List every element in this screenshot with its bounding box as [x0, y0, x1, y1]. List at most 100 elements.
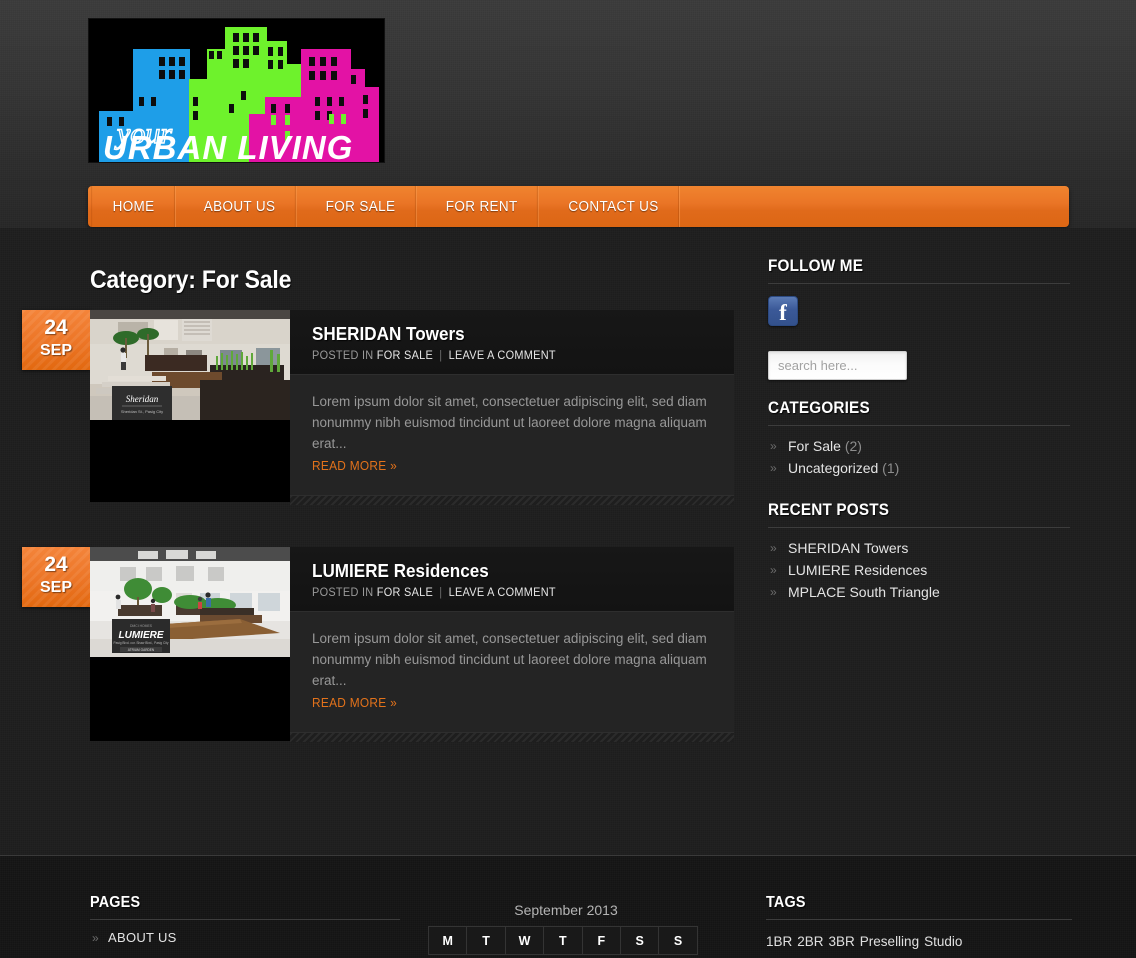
post-date-day: 24: [44, 316, 68, 339]
footer-title-pages: PAGES: [90, 894, 141, 911]
recent-posts-list: » SHERIDAN Towers » LUMIERE Residences »…: [768, 540, 1070, 606]
post-title[interactable]: SHERIDAN Towers: [312, 324, 692, 345]
logo-main-text: URBAN LIVING: [103, 129, 353, 162]
widget-follow-me: FOLLOW ME f: [768, 256, 1070, 380]
nav-item-home[interactable]: HOME: [91, 186, 176, 227]
chevron-right-icon: »: [770, 585, 777, 599]
site-logo[interactable]: your URBAN LIVING: [88, 18, 385, 163]
calendar-weekday-thu: T: [543, 926, 583, 955]
calendar-weekday-sun: S: [658, 926, 698, 955]
chevron-right-icon: »: [770, 563, 777, 577]
facebook-glyph: f: [779, 300, 787, 325]
svg-text:LUMIERE: LUMIERE: [119, 630, 164, 641]
svg-text:Sheridan St., Pasig City: Sheridan St., Pasig City: [121, 409, 163, 414]
nav-item-for-sale[interactable]: FOR SALE: [305, 186, 417, 227]
chevron-right-icon: »: [770, 461, 777, 475]
post-date-month: SEP: [39, 579, 72, 596]
chevron-right-icon: »: [92, 931, 99, 945]
post-date-month: SEP: [39, 342, 72, 359]
chevron-right-icon: »: [770, 541, 777, 555]
post-meta: POSTED IN FOR SALE | LEAVE A COMMENT: [312, 587, 692, 599]
facebook-icon[interactable]: f: [768, 296, 798, 326]
widget-recent-posts: RECENT POSTS » SHERIDAN Towers » LUMIERE…: [768, 500, 1070, 606]
widget-rule: [768, 527, 1070, 528]
category-link-uncategorized[interactable]: Uncategorized: [788, 460, 878, 476]
widget-title-recent-posts: RECENT POSTS: [768, 500, 890, 519]
post-posted-in-label: POSTED IN: [312, 350, 374, 362]
list-item[interactable]: » LUMIERE Residences: [768, 562, 1070, 584]
post-excerpt: Lorem ipsum dolor sit amet, consectetuer…: [312, 631, 707, 688]
post-read-more-link[interactable]: READ MORE »: [312, 696, 397, 710]
footer-widget-tags: TAGS 1BR 2BR 3BR Preselling Studio: [766, 894, 1072, 952]
recent-post-link-mplace[interactable]: MPLACE South Triangle: [788, 584, 940, 600]
svg-text:ATRIUM GARDEN: ATRIUM GARDEN: [128, 648, 155, 652]
post-title[interactable]: LUMIERE Residences: [312, 561, 692, 582]
svg-text:DMCI HOMES: DMCI HOMES: [130, 624, 153, 628]
nav-item-for-rent[interactable]: FOR RENT: [425, 186, 540, 227]
post-entry-footer-stripe: [290, 495, 734, 505]
calendar-weekday-fri: F: [581, 926, 621, 955]
list-item[interactable]: » SHERIDAN Towers: [768, 540, 1070, 562]
post-entry-header: SHERIDAN Towers POSTED IN FOR SALE | LEA…: [290, 310, 734, 375]
post-thumbnail[interactable]: DMCI HOMES LUMIERE Pasig Blvd. cor. Shaw…: [90, 547, 290, 741]
tag-link-3br[interactable]: 3BR: [829, 934, 855, 949]
nav-item-about-us[interactable]: ABOUT US: [183, 186, 297, 227]
post-entry-body: Lorem ipsum dolor sit amet, consectetuer…: [290, 375, 734, 495]
post-entry: LUMIERE Residences POSTED IN FOR SALE | …: [290, 547, 734, 742]
categories-list: » For Sale (2) » Uncategorized (1): [768, 438, 1070, 482]
post-entry-header: LUMIERE Residences POSTED IN FOR SALE | …: [290, 547, 734, 612]
widget-rule: [766, 919, 1072, 920]
post-meta: POSTED IN FOR SALE | LEAVE A COMMENT: [312, 350, 692, 362]
post-comments-link[interactable]: LEAVE A COMMENT: [449, 587, 556, 599]
tag-link-preselling[interactable]: Preselling: [860, 934, 919, 949]
post-meta-separator: |: [439, 350, 443, 362]
tag-link-2br[interactable]: 2BR: [797, 934, 823, 949]
list-item[interactable]: » Uncategorized (1): [768, 460, 1070, 482]
svg-text:Pasig Blvd. cor. Shaw Blvd., P: Pasig Blvd. cor. Shaw Blvd., Pasig City: [114, 641, 169, 645]
search-input[interactable]: [768, 351, 907, 380]
tag-link-studio[interactable]: Studio: [924, 934, 962, 949]
tag-link-1br[interactable]: 1BR: [766, 934, 792, 949]
list-item[interactable]: » ABOUT US: [90, 930, 400, 951]
widget-title-follow-me: FOLLOW ME: [768, 256, 864, 275]
footer-page-link-about-us[interactable]: ABOUT US: [108, 930, 177, 945]
page-title: Category: For Sale: [90, 266, 292, 294]
footer-widget-pages: PAGES » ABOUT US: [90, 894, 400, 951]
recent-post-link-lumiere[interactable]: LUMIERE Residences: [788, 562, 927, 578]
footer-pages-list: » ABOUT US: [90, 930, 400, 951]
post-category-link[interactable]: FOR SALE: [377, 587, 433, 599]
widget-rule: [768, 283, 1070, 284]
post-category-link[interactable]: FOR SALE: [377, 350, 433, 362]
list-item[interactable]: » For Sale (2): [768, 438, 1070, 460]
post-meta-separator: |: [439, 587, 443, 599]
post-date-badge: 24 SEP: [22, 310, 90, 370]
post-thumbnail[interactable]: Sheridan Sheridan St., Pasig City: [90, 310, 290, 502]
post-entry-footer-stripe: [290, 732, 734, 742]
list-item[interactable]: » MPLACE South Triangle: [768, 584, 1070, 606]
logo-artwork: your URBAN LIVING: [89, 19, 384, 162]
tag-cloud: 1BR 2BR 3BR Preselling Studio: [766, 932, 1072, 952]
svg-text:Sheridan: Sheridan: [126, 394, 159, 404]
nav-item-contact-us[interactable]: CONTACT US: [548, 186, 681, 227]
category-link-for-sale[interactable]: For Sale: [788, 438, 841, 454]
post-entry: SHERIDAN Towers POSTED IN FOR SALE | LEA…: [290, 310, 734, 505]
post-comments-link[interactable]: LEAVE A COMMENT: [449, 350, 556, 362]
footer-title-tags: TAGS: [766, 894, 806, 911]
calendar-weekday-wed: W: [504, 926, 545, 955]
calendar-caption: September 2013: [514, 902, 618, 918]
calendar-weekday-tue: T: [466, 926, 506, 955]
post-entry-body: Lorem ipsum dolor sit amet, consectetuer…: [290, 612, 734, 732]
sidebar: FOLLOW ME f CATEGORIES » For Sale (2) » …: [768, 256, 1070, 612]
chevron-right-icon: »: [770, 439, 777, 453]
post-thumbnail-image: DMCI HOMES LUMIERE Pasig Blvd. cor. Shaw…: [90, 547, 290, 657]
main-navigation[interactable]: HOME ABOUT US FOR SALE FOR RENT CONTACT …: [88, 186, 1069, 227]
post-excerpt: Lorem ipsum dolor sit amet, consectetuer…: [312, 394, 707, 451]
calendar-weekday-header: M T W T F S S: [428, 926, 704, 955]
post-read-more-link[interactable]: READ MORE »: [312, 459, 397, 473]
post-date-badge: 24 SEP: [22, 547, 90, 607]
footer-widget-calendar: September 2013 M T W T F S S: [428, 902, 704, 955]
calendar-weekday-mon: M: [428, 926, 468, 955]
recent-post-link-sheridan[interactable]: SHERIDAN Towers: [788, 540, 908, 556]
post-date-day: 24: [44, 553, 68, 576]
widget-rule: [768, 425, 1070, 426]
